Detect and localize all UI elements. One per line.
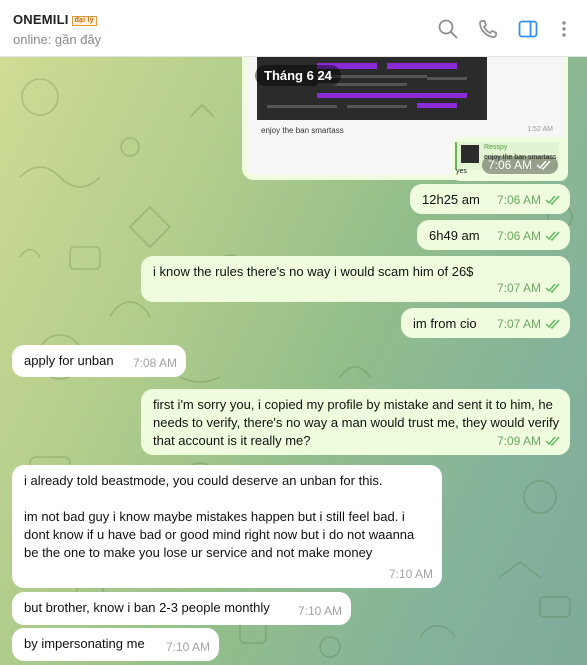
reply-time: 7:06 AM — [488, 158, 533, 172]
double-check-icon — [545, 319, 560, 329]
reply-text: yes — [456, 168, 467, 175]
message-time: 7:10 AM — [388, 567, 433, 581]
message-meta: 7:07 AM — [497, 315, 561, 333]
message-time: 7:10 AM — [297, 604, 342, 618]
message-text: but brother, know i ban 2-3 people month… — [24, 600, 270, 615]
date-separator: Tháng 6 24 — [255, 65, 341, 86]
message-time: 7:08 AM — [132, 356, 177, 370]
contact-status: online: gần đây — [13, 32, 102, 47]
message-time: 7:07 AM — [496, 317, 541, 331]
reply-time-chip: 7:06 AM — [482, 156, 559, 174]
reply-quoted-name: Resspy — [484, 144, 508, 151]
message-meta: 7:06 AM — [497, 227, 561, 245]
message-bubble[interactable]: 12h25 am 7:06 AM — [410, 184, 570, 214]
chat-title[interactable]: ONEMILI đại lý — [13, 12, 97, 27]
message-bubble[interactable]: 6h49 am 7:06 AM — [417, 220, 570, 250]
message-bubble[interactable]: i already told beastmode, you could dese… — [12, 465, 442, 588]
message-meta: 7:10 AM — [298, 602, 342, 620]
more-vertical-icon[interactable] — [553, 18, 575, 40]
message-meta: 7:10 AM — [389, 565, 433, 583]
screenshot-caption: enjoy the ban smartass — [261, 126, 344, 135]
double-check-icon — [545, 231, 560, 241]
reply-thumbnail — [461, 145, 479, 163]
search-icon[interactable] — [437, 18, 459, 40]
message-bubble[interactable]: i know the rules there's no way i would … — [141, 256, 570, 302]
double-check-icon — [545, 283, 560, 293]
message-time: 7:09 AM — [496, 434, 541, 448]
contact-name[interactable]: ONEMILI — [13, 12, 69, 27]
double-check-icon — [536, 160, 551, 170]
phone-icon[interactable] — [477, 18, 499, 40]
message-meta: 7:08 AM — [133, 354, 177, 372]
message-time: 7:06 AM — [496, 193, 541, 207]
contact-badge: đại lý — [71, 16, 97, 26]
message-text: i already told beastmode, you could dese… — [24, 473, 415, 560]
sidebar-toggle-icon[interactable] — [517, 18, 539, 40]
message-time: 7:10 AM — [165, 640, 210, 654]
message-bubble[interactable]: first i'm sorry you, i copied my profile… — [141, 389, 570, 455]
double-check-icon — [545, 195, 560, 205]
message-list[interactable]: Tháng 6 24 enjoy the ban smartass 1:52 A… — [0, 57, 587, 665]
screenshot-time: 1:52 AM — [527, 126, 553, 133]
message-time: 7:06 AM — [496, 229, 541, 243]
message-meta: 7:10 AM — [166, 638, 210, 656]
message-bubble[interactable]: im from cio 7:07 AM — [401, 308, 570, 338]
message-meta: 7:09 AM — [497, 432, 561, 450]
message-bubble[interactable]: by impersonating me 7:10 AM — [12, 628, 219, 661]
message-meta: 7:06 AM — [497, 191, 561, 209]
message-bubble[interactable]: apply for unban 7:08 AM — [12, 345, 186, 377]
message-meta: 7:07 AM — [497, 279, 561, 297]
message-time: 7:07 AM — [496, 281, 541, 295]
double-check-icon — [545, 436, 560, 446]
chat-header: ONEMILI đại lý online: gần đây — [0, 0, 587, 57]
message-bubble[interactable]: but brother, know i ban 2-3 people month… — [12, 592, 351, 625]
